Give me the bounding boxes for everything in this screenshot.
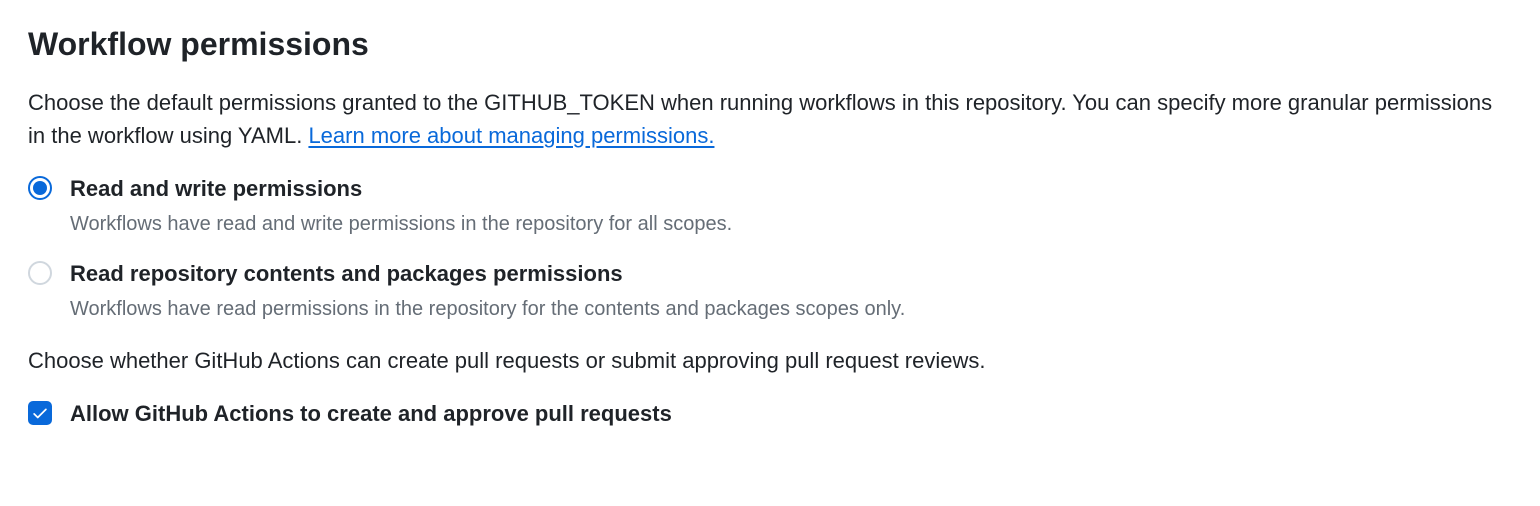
description-text: Choose the default permissions granted t… (28, 90, 1492, 148)
radio-description: Workflows have read permissions in the r… (70, 294, 1512, 324)
radio-option-read-only: Read repository contents and packages pe… (28, 257, 1512, 324)
learn-more-link[interactable]: Learn more about managing permissions. (308, 123, 714, 148)
radio-content: Read repository contents and packages pe… (70, 257, 1512, 324)
check-icon (31, 404, 49, 422)
section-heading: Workflow permissions (28, 20, 1512, 68)
checkbox-label: Allow GitHub Actions to create and appro… (70, 397, 672, 430)
radio-label: Read and write permissions (70, 172, 1512, 205)
radio-read-write[interactable] (28, 176, 52, 200)
radio-content: Read and write permissions Workflows hav… (70, 172, 1512, 239)
secondary-description: Choose whether GitHub Actions can create… (28, 344, 1512, 377)
radio-option-read-write: Read and write permissions Workflows hav… (28, 172, 1512, 239)
radio-label: Read repository contents and packages pe… (70, 257, 1512, 290)
checkbox-option-allow-pr: Allow GitHub Actions to create and appro… (28, 397, 1512, 430)
radio-read-only[interactable] (28, 261, 52, 285)
checkbox-allow-pr[interactable] (28, 401, 52, 425)
permissions-radio-group: Read and write permissions Workflows hav… (28, 172, 1512, 324)
radio-description: Workflows have read and write permission… (70, 209, 1512, 239)
section-description: Choose the default permissions granted t… (28, 86, 1512, 152)
